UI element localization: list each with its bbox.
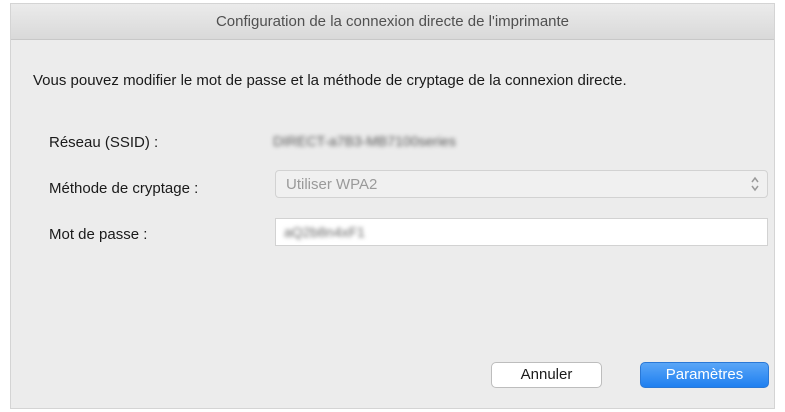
description-text: Vous pouvez modifier le mot de passe et … <box>33 72 627 89</box>
settings-button[interactable]: Paramètres <box>640 362 769 388</box>
password-field[interactable]: aQ2b8n4xF1 <box>275 218 768 246</box>
encryption-method-value: Utiliser WPA2 <box>286 176 378 193</box>
password-label: Mot de passe : <box>49 226 148 243</box>
ssid-value: DIRECT-a7B3-MB7100series <box>273 133 456 149</box>
window-title: Configuration de la connexion directe de… <box>11 4 774 40</box>
ssid-label: Réseau (SSID) : <box>49 134 159 151</box>
encryption-method-label: Méthode de cryptage : <box>49 180 199 197</box>
encryption-method-select[interactable]: Utiliser WPA2 <box>275 170 768 198</box>
chevron-up-down-icon <box>751 176 759 192</box>
cancel-button[interactable]: Annuler <box>491 362 602 388</box>
password-value: aQ2b8n4xF1 <box>284 224 365 240</box>
printer-direct-connection-dialog: Configuration de la connexion directe de… <box>10 3 775 409</box>
